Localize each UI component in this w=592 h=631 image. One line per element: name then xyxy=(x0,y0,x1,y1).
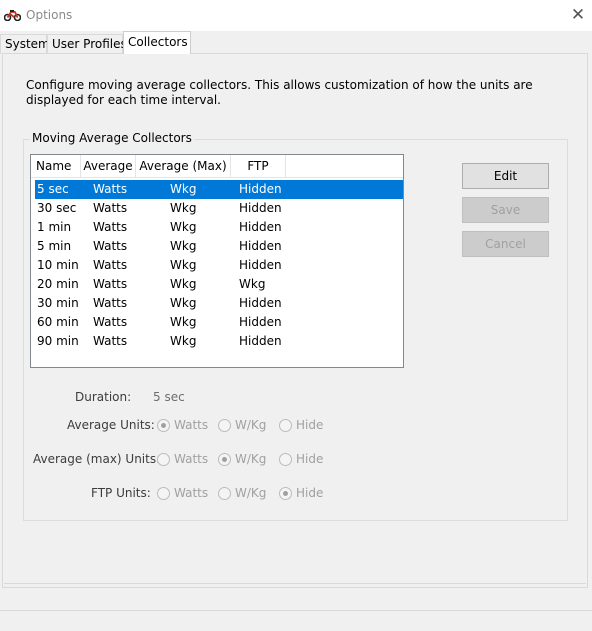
cell-average: Watts xyxy=(93,239,128,253)
window-title: Options xyxy=(26,8,73,22)
cell-ftp: Hidden xyxy=(239,334,282,348)
collectors-list[interactable]: Name Average Average (Max) FTP 5 sec Watt… xyxy=(30,154,404,368)
save-button[interactable]: Save xyxy=(462,197,549,223)
list-item[interactable]: 90 min Watts Wkg Hidden xyxy=(35,332,403,351)
cell-average-max: Wkg xyxy=(170,315,197,329)
average-units-label: Average Units: xyxy=(67,418,155,432)
cell-name: 5 sec xyxy=(37,182,69,196)
cell-name: 1 min xyxy=(37,220,72,234)
cell-ftp: Hidden xyxy=(239,201,282,215)
radio-circle-icon xyxy=(279,487,292,500)
cell-ftp: Hidden xyxy=(239,220,282,234)
description-text: Configure moving average collectors. Thi… xyxy=(26,78,533,107)
list-item[interactable]: 5 min Watts Wkg Hidden xyxy=(35,237,403,256)
list-item[interactable]: 10 min Watts Wkg Hidden xyxy=(35,256,403,275)
tab-collectors[interactable]: Collectors xyxy=(123,31,191,54)
radio-dot-icon xyxy=(222,457,227,462)
column-header-ftp[interactable]: FTP xyxy=(231,155,286,178)
radio-label: Hide xyxy=(296,452,324,466)
radio-dot-icon xyxy=(283,491,288,496)
cell-average-max: Wkg xyxy=(170,239,197,253)
radio-label: W/Kg xyxy=(235,418,267,432)
tab-strip: System User Profiles Collectors xyxy=(0,31,592,54)
radio-label: W/Kg xyxy=(235,486,267,500)
cell-average: Watts xyxy=(93,220,128,234)
duration-value: 5 sec xyxy=(153,390,185,404)
edit-button[interactable]: Edit xyxy=(462,163,549,189)
title-bar: Options ✕ xyxy=(0,0,592,31)
radio-label: Hide xyxy=(296,486,324,500)
cell-average-max: Wkg xyxy=(170,220,197,234)
radio-label: Hide xyxy=(296,418,324,432)
cell-name: 60 min xyxy=(37,315,79,329)
radio-dot-icon xyxy=(161,423,166,428)
close-button[interactable]: ✕ xyxy=(566,4,590,26)
list-item[interactable]: 60 min Watts Wkg Hidden xyxy=(35,313,403,332)
cell-average: Watts xyxy=(93,296,128,310)
ftp-units-label: FTP Units: xyxy=(91,486,151,500)
cell-average: Watts xyxy=(93,201,128,215)
column-header-average-max[interactable]: Average (Max) xyxy=(136,155,231,178)
cell-name: 90 min xyxy=(37,334,79,348)
motorcycle-icon xyxy=(4,10,21,21)
radio-label: Watts xyxy=(174,418,209,432)
radio-label: Watts xyxy=(174,452,209,466)
cell-average-max: Wkg xyxy=(170,182,197,196)
cell-ftp: Hidden xyxy=(239,239,282,253)
radio-label: Watts xyxy=(174,486,209,500)
divider xyxy=(0,610,592,611)
radio-circle-icon xyxy=(157,419,170,432)
cell-average: Watts xyxy=(93,277,128,291)
cell-ftp: Hidden xyxy=(239,258,282,272)
duration-label: Duration: xyxy=(75,390,132,404)
cell-ftp: Wkg xyxy=(239,277,266,291)
radio-label: W/Kg xyxy=(235,452,267,466)
cell-average: Watts xyxy=(93,334,128,348)
radio-circle-icon xyxy=(279,453,292,466)
cell-average-max: Wkg xyxy=(170,334,197,348)
radio-circle-icon xyxy=(218,453,231,466)
radio-circle-icon xyxy=(218,487,231,500)
cell-name: 5 min xyxy=(37,239,72,253)
cell-ftp: Hidden xyxy=(239,296,282,310)
cell-name: 30 sec xyxy=(37,201,77,215)
list-item[interactable]: 30 sec Watts Wkg Hidden xyxy=(35,199,403,218)
list-item[interactable]: 1 min Watts Wkg Hidden xyxy=(35,218,403,237)
close-icon: ✕ xyxy=(570,5,586,25)
list-item[interactable]: 20 min Watts Wkg Wkg xyxy=(35,275,403,294)
list-item[interactable]: 5 sec Watts Wkg Hidden xyxy=(35,180,403,199)
cell-name: 20 min xyxy=(37,277,79,291)
list-item[interactable]: 30 min Watts Wkg Hidden xyxy=(35,294,403,313)
cell-average-max: Wkg xyxy=(170,277,197,291)
cell-average: Watts xyxy=(93,258,128,272)
cancel-button[interactable]: Cancel xyxy=(462,231,549,257)
group-label: Moving Average Collectors xyxy=(30,131,194,146)
tab-system[interactable]: System xyxy=(0,34,50,54)
cell-name: 30 min xyxy=(37,296,79,310)
cell-average: Watts xyxy=(93,182,128,196)
radio-circle-icon xyxy=(157,487,170,500)
average-max-units-label: Average (max) Units: xyxy=(33,452,161,466)
cell-ftp: Hidden xyxy=(239,315,282,329)
tab-user-profiles[interactable]: User Profiles xyxy=(47,34,127,54)
column-header-average[interactable]: Average xyxy=(81,155,136,178)
column-header-name[interactable]: Name xyxy=(31,155,81,178)
cell-average: Watts xyxy=(93,315,128,329)
radio-circle-icon xyxy=(279,419,292,432)
cell-ftp: Hidden xyxy=(239,182,282,196)
cell-name: 10 min xyxy=(37,258,79,272)
cell-average-max: Wkg xyxy=(170,296,197,310)
cell-average-max: Wkg xyxy=(170,201,197,215)
radio-circle-icon xyxy=(218,419,231,432)
cell-average-max: Wkg xyxy=(170,258,197,272)
radio-circle-icon xyxy=(157,453,170,466)
list-header: Name Average Average (Max) FTP xyxy=(31,155,403,178)
divider xyxy=(4,583,586,584)
